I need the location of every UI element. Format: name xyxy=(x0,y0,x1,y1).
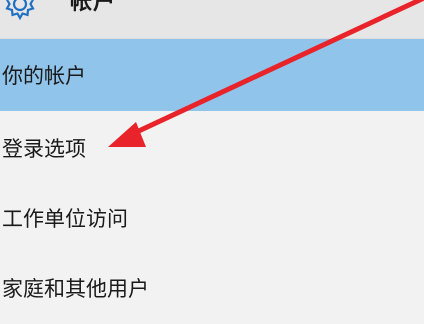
sidebar-item-label: 你的帐户 xyxy=(2,64,86,88)
gear-icon xyxy=(0,0,40,24)
sidebar-item-family-other-users[interactable]: 家庭和其他用户 xyxy=(0,252,424,324)
sidebar-item-label: 登录选项 xyxy=(2,137,86,161)
sidebar-item-label: 工作单位访问 xyxy=(2,207,128,231)
sidebar-item-sign-in-options[interactable]: 登录选项 xyxy=(0,112,424,184)
settings-header: 帐户 xyxy=(0,0,424,39)
sidebar-item-your-account[interactable]: 你的帐户 xyxy=(0,39,424,111)
sidebar-item-work-access[interactable]: 工作单位访问 xyxy=(0,182,424,254)
page-title: 帐户 xyxy=(70,0,117,15)
sidebar-item-label: 家庭和其他用户 xyxy=(2,277,149,301)
